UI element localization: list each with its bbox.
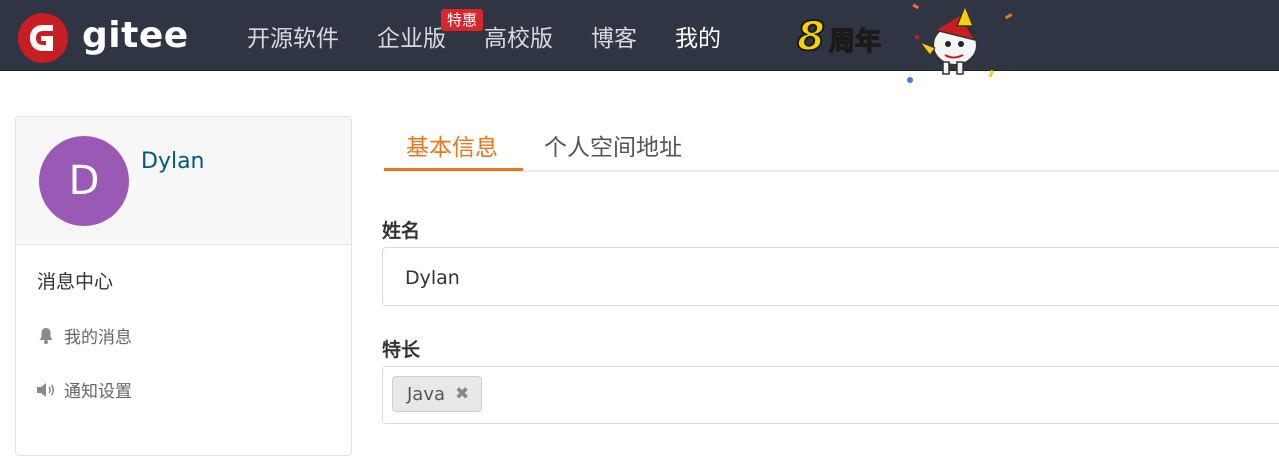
top-navbar: gitee 开源软件 企业版 高校版 博客 我的 特惠 8 周年 bbox=[0, 0, 1279, 83]
name-label: 姓名 bbox=[382, 220, 421, 242]
tab-basic-info[interactable]: 基本信息 bbox=[406, 128, 498, 162]
anniversary-number: 8 bbox=[797, 14, 825, 60]
gitee-logo-icon bbox=[18, 13, 68, 63]
brand-name: gitee bbox=[82, 14, 189, 56]
avatar[interactable]: D bbox=[39, 136, 129, 226]
main-nav: 开源软件 企业版 高校版 博客 我的 bbox=[247, 0, 759, 71]
anniversary-text: 周年 bbox=[829, 26, 881, 57]
skill-tag-label: Java bbox=[407, 383, 446, 405]
mascot-icon bbox=[918, 3, 978, 75]
username-link[interactable]: Dylan bbox=[141, 149, 205, 174]
nav-education[interactable]: 高校版 bbox=[484, 19, 553, 53]
volume-icon bbox=[36, 382, 56, 398]
skills-label: 特长 bbox=[382, 339, 421, 361]
skills-input[interactable]: Java ✖ bbox=[382, 366, 1279, 424]
user-sidebar: D Dylan 消息中心 我的消息 通知设置 bbox=[15, 116, 352, 456]
sidebar-item-my-messages[interactable]: 我的消息 bbox=[36, 323, 132, 348]
anniversary-banner[interactable]: 8 周年 bbox=[795, 0, 1015, 90]
gitee-logo[interactable]: gitee bbox=[18, 13, 189, 63]
active-tab-indicator bbox=[384, 168, 523, 171]
close-icon[interactable]: ✖ bbox=[455, 384, 469, 404]
nav-enterprise[interactable]: 企业版 bbox=[377, 19, 446, 53]
settings-tabs: 基本信息 个人空间地址 bbox=[384, 117, 1279, 172]
sidebar-item-label: 通知设置 bbox=[64, 382, 132, 402]
nav-mine[interactable]: 我的 bbox=[675, 19, 721, 53]
name-input-value: Dylan bbox=[405, 267, 460, 289]
sidebar-item-notification-settings[interactable]: 通知设置 bbox=[36, 377, 132, 402]
profile-card: D Dylan bbox=[16, 117, 351, 245]
nav-open-source[interactable]: 开源软件 bbox=[247, 19, 339, 53]
message-center-title: 消息中心 bbox=[37, 271, 114, 293]
name-input[interactable]: Dylan bbox=[382, 247, 1279, 306]
sidebar-item-label: 我的消息 bbox=[64, 328, 132, 348]
bell-icon bbox=[36, 327, 56, 344]
discount-badge: 特惠 bbox=[441, 9, 484, 31]
nav-blog[interactable]: 博客 bbox=[591, 19, 637, 53]
avatar-initial: D bbox=[68, 158, 100, 204]
tab-personal-space-url[interactable]: 个人空间地址 bbox=[544, 128, 682, 162]
skill-tag: Java ✖ bbox=[392, 376, 483, 412]
